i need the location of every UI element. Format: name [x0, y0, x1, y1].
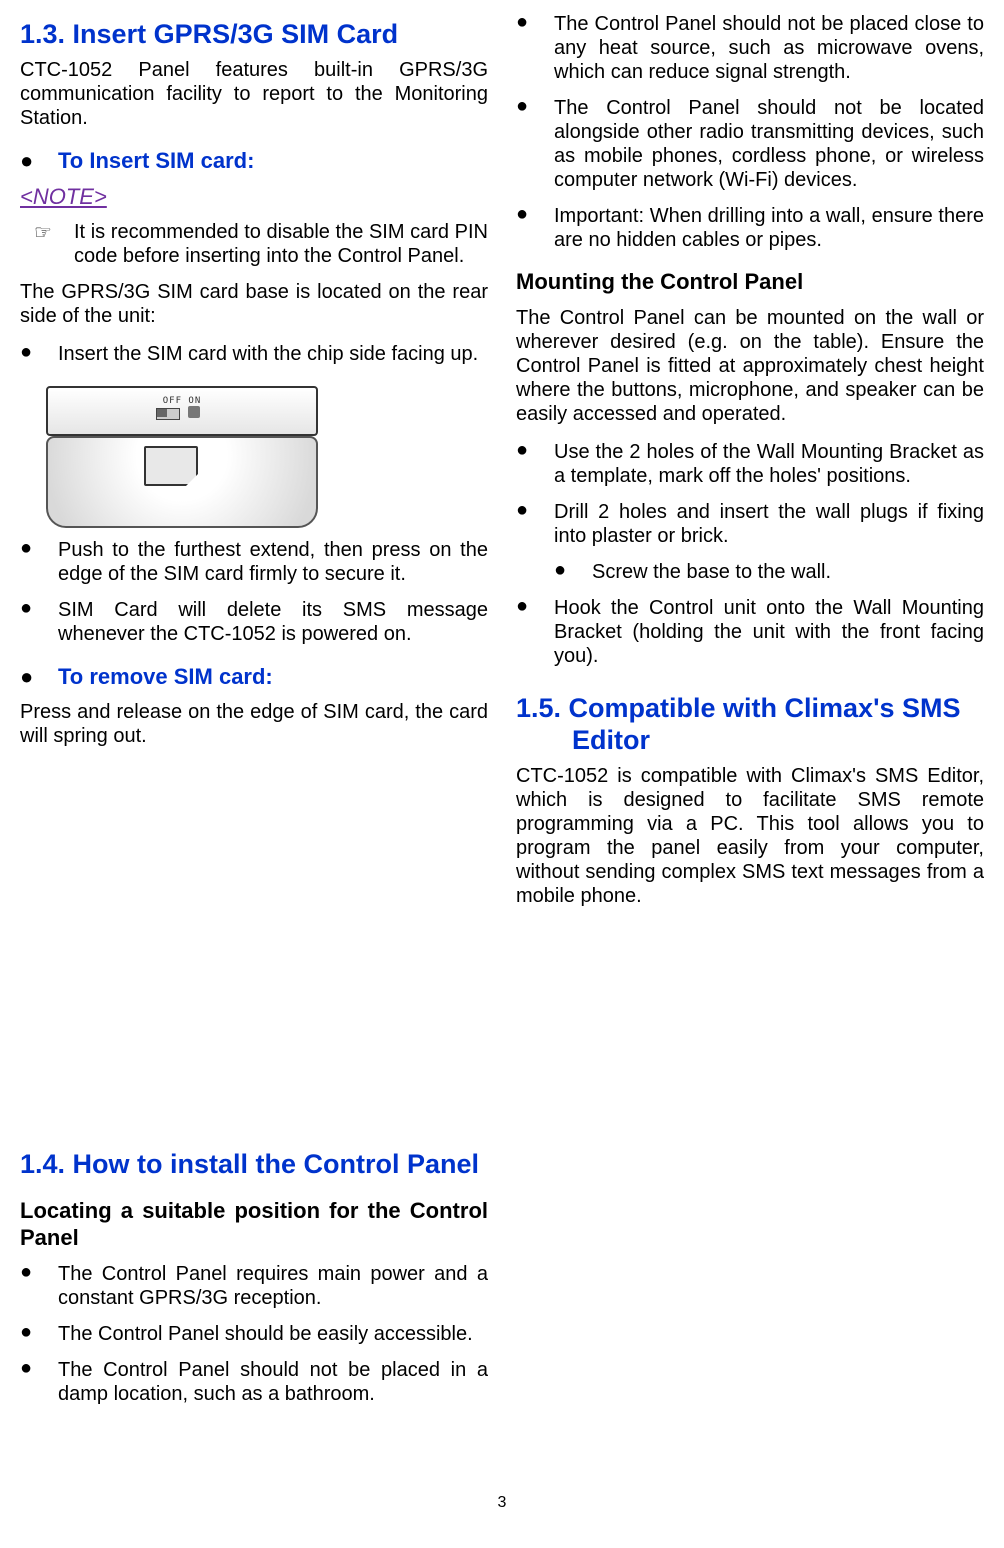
section-1-3-title: 1.3. Insert GPRS/3G SIM Card [20, 18, 488, 50]
bullet-icon: ● [20, 666, 58, 688]
mounting-item-1: Use the 2 holes of the Wall Mounting Bra… [554, 440, 984, 488]
off-on-label: OFF ON [163, 396, 202, 406]
power-switch-icon [156, 408, 180, 420]
bullet-icon: ● [20, 1358, 58, 1406]
mounting-item-1-row: ● Use the 2 holes of the Wall Mounting B… [516, 440, 984, 488]
insert-sim-heading: To Insert SIM card: [58, 148, 254, 174]
bullet-icon: ● [20, 1262, 58, 1310]
insert-step-1: Insert the SIM card with the chip side f… [58, 342, 488, 366]
mounting-item-2: Drill 2 holes and insert the wall plugs … [554, 500, 984, 548]
locating-heading: Locating a suitable position for the Con… [20, 1197, 488, 1252]
sim-slot-illustration: OFF ON [32, 378, 488, 528]
bullet-icon: ● [20, 150, 58, 172]
remove-sim-text: Press and release on the edge of SIM car… [20, 700, 488, 748]
locating-item-3-row: ● The Control Panel should not be placed… [20, 1358, 488, 1406]
locating-item-1-row: ● The Control Panel requires main power … [20, 1262, 488, 1310]
mounting-heading: Mounting the Control Panel [516, 268, 984, 296]
locating-item-2-row: ● The Control Panel should be easily acc… [20, 1322, 488, 1346]
bullet-icon: ● [20, 598, 58, 646]
locating-item-1: The Control Panel requires main power an… [58, 1262, 488, 1310]
section-1-4-title: 1.4. How to install the Control Panel [20, 1148, 488, 1180]
bullet-icon: ● [554, 560, 592, 584]
insert-step-2: Push to the furthest extend, then press … [58, 538, 488, 586]
mounting-intro: The Control Panel can be mounted on the … [516, 306, 984, 426]
remove-sim-heading-row: ● To remove SIM card: [20, 664, 488, 690]
locating-item-4-row: ● The Control Panel should not be placed… [516, 12, 984, 84]
reset-button-icon [188, 406, 200, 418]
page-number: 3 [0, 1494, 1004, 1512]
insert-step-1-row: ● Insert the SIM card with the chip side… [20, 342, 488, 366]
insert-step-3-row: ● SIM Card will delete its SMS message w… [20, 598, 488, 646]
bullet-icon: ● [20, 342, 58, 366]
bullet-icon: ● [516, 500, 554, 548]
mounting-item-2-row: ● Drill 2 holes and insert the wall plug… [516, 500, 984, 548]
bullet-icon: ● [516, 96, 554, 192]
locating-item-6-row: ● Important: When drilling into a wall, … [516, 204, 984, 252]
bullet-icon: ● [516, 204, 554, 252]
insert-sim-heading-row: ● To Insert SIM card: [20, 148, 488, 174]
locating-item-6: Important: When drilling into a wall, en… [554, 204, 984, 252]
insert-step-3: SIM Card will delete its SMS message whe… [58, 598, 488, 646]
mounting-sub-row: ● Screw the base to the wall. [516, 560, 984, 584]
insert-step-2-row: ● Push to the furthest extend, then pres… [20, 538, 488, 586]
bullet-icon: ● [20, 1322, 58, 1346]
bullet-icon: ● [516, 596, 554, 668]
mounting-sub: Screw the base to the wall. [592, 560, 984, 584]
locating-item-5: The Control Panel should not be located … [554, 96, 984, 192]
bullet-icon: ● [20, 538, 58, 586]
section-1-3-intro: CTC-1052 Panel features built-in GPRS/3G… [20, 58, 488, 130]
mounting-item-last-row: ● Hook the Control unit onto the Wall Mo… [516, 596, 984, 668]
sim-base-location: The GPRS/3G SIM card base is located on … [20, 280, 488, 328]
note-text: It is recommended to disable the SIM car… [74, 220, 488, 268]
mounting-item-last: Hook the Control unit onto the Wall Moun… [554, 596, 984, 668]
note-label: <NOTE> [20, 184, 488, 210]
locating-item-2: The Control Panel should be easily acces… [58, 1322, 488, 1346]
locating-item-3: The Control Panel should not be placed i… [58, 1358, 488, 1406]
page-content: 1.3. Insert GPRS/3G SIM Card CTC-1052 Pa… [0, 0, 1004, 1490]
hand-right-icon: ☞ [34, 220, 74, 268]
sim-card-icon [144, 446, 198, 486]
section-1-5-body: CTC-1052 is compatible with Climax's SMS… [516, 764, 984, 908]
locating-item-4: The Control Panel should not be placed c… [554, 12, 984, 84]
bullet-icon: ● [516, 12, 554, 84]
note-row: ☞ It is recommended to disable the SIM c… [20, 220, 488, 268]
locating-item-5-row: ● The Control Panel should not be locate… [516, 96, 984, 192]
remove-sim-heading: To remove SIM card: [58, 664, 273, 690]
bullet-icon: ● [516, 440, 554, 488]
section-1-5-title: 1.5. Compatible with Climax's SMS Editor [516, 692, 984, 757]
